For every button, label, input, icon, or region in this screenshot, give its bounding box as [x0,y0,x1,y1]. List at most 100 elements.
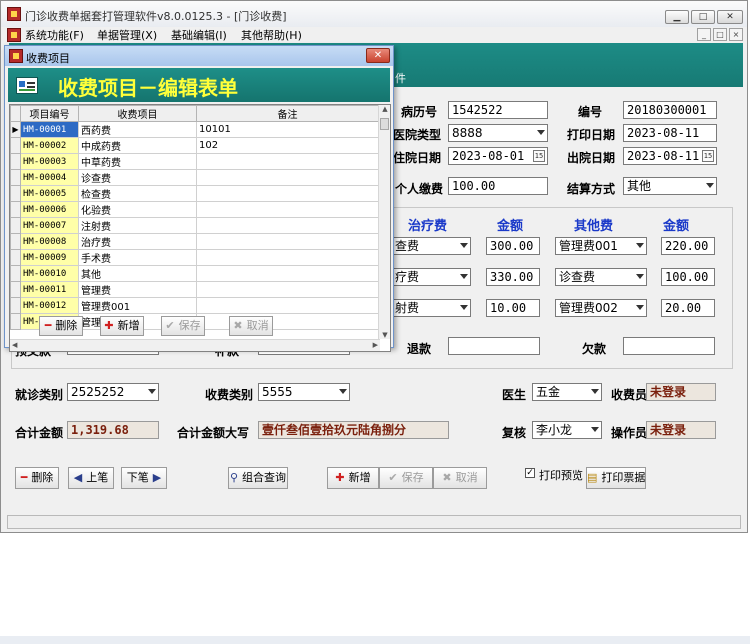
scroll-up-icon[interactable]: ▲ [379,105,390,113]
scroll-right-icon[interactable]: ▶ [373,341,378,349]
dialog-title-bar[interactable]: 收费项目 ✕ [5,46,393,66]
print-preview-checkbox[interactable]: ✓ [525,468,535,478]
print-date-field[interactable]: 2023-08-11 [623,124,717,142]
item-note[interactable] [196,313,379,330]
doctor-select[interactable]: 五金 [532,383,602,401]
print-receipt-button[interactable]: ▤ 打印票据 [586,467,646,489]
item-code[interactable]: HM-00003 [20,153,79,170]
mdi-close-button[interactable]: × [729,28,743,41]
table-row[interactable]: HM-00002 中成药费 102 [10,137,379,154]
item-name[interactable]: 中成药费 [78,137,197,154]
item-note[interactable] [196,281,379,298]
item-note[interactable] [196,185,379,202]
item-name[interactable]: 治疗费 [78,233,197,250]
item-code[interactable]: HM-00001 [20,121,79,138]
scroll-thumb[interactable] [380,118,389,130]
calendar-icon[interactable]: 15 [702,150,714,162]
item-note[interactable] [196,153,379,170]
dialog-cancel-button[interactable]: ✖ 取消 [229,316,273,336]
item-note[interactable] [196,201,379,218]
dialog-add-button[interactable]: ✚ 新增 [100,316,144,336]
item-code[interactable]: HM-00006 [20,201,79,218]
item-note[interactable] [196,217,379,234]
item-code[interactable]: HM-00004 [20,169,79,186]
menu-documents[interactable]: 单据管理(X) [97,27,157,43]
table-row[interactable]: HM-00006 化验费 [10,201,379,218]
dialog-close-button[interactable]: ✕ [366,48,390,63]
minimize-button[interactable]: ▁ [665,10,689,24]
table-row[interactable]: HM-00007 注射费 [10,217,379,234]
item-name[interactable]: 诊查费 [78,169,197,186]
item-name[interactable]: 检查费 [78,185,197,202]
table-row[interactable]: HM-00004 诊查费 [10,169,379,186]
item-note[interactable] [196,297,379,314]
item-name[interactable]: 化验费 [78,201,197,218]
other-amount-1[interactable]: 220.00 [661,237,715,255]
maximize-button[interactable]: □ [691,10,715,24]
item-code[interactable]: HM-00010 [20,265,79,282]
table-row[interactable]: HM-00011 管理费 [10,281,379,298]
calendar-icon[interactable]: 15 [533,150,545,162]
arrears-field[interactable] [623,337,715,355]
item-code[interactable]: HM-00012 [20,297,79,314]
dialog-save-button[interactable]: ✔ 保存 [161,316,205,336]
menu-basic-edit[interactable]: 基础编辑(I) [171,27,227,43]
table-row[interactable]: HM-00012 管理费001 [10,297,379,314]
item-note[interactable]: 10101 [196,121,379,138]
table-row[interactable]: HM-00010 其他 [10,265,379,282]
visit-type-select[interactable]: 2525252 [67,383,159,401]
vertical-scrollbar[interactable]: ▲ ▼ [378,105,390,339]
column-header-note[interactable]: 备注 [196,105,379,122]
table-row[interactable]: HM-00008 治疗费 [10,233,379,250]
item-code[interactable]: HM-00005 [20,185,79,202]
item-note[interactable] [196,169,379,186]
other-amount-2[interactable]: 100.00 [661,268,715,286]
menu-system[interactable]: 系统功能(F) [25,27,84,43]
add-button[interactable]: ✚ 新增 [327,467,379,489]
item-name[interactable]: 管理费 [78,281,197,298]
table-row[interactable]: HM-00003 中草药费 [10,153,379,170]
item-name[interactable]: 中草药费 [78,153,197,170]
table-row[interactable]: HM-00005 检查费 [10,185,379,202]
next-button[interactable]: 下笔 ▶ [121,467,167,489]
reviewer-select[interactable]: 李小龙 [532,421,602,439]
discharge-date-picker[interactable]: 2023-08-11 15 [623,147,717,165]
admit-date-picker[interactable]: 2023-08-01 15 [448,147,548,165]
treatment-select-2[interactable]: 疗费 [391,268,471,286]
dialog-delete-button[interactable]: ━ 删除 [39,316,83,336]
mdi-restore-button[interactable]: □ [713,28,727,41]
item-name[interactable]: 注射费 [78,217,197,234]
prev-button[interactable]: ◀ 上笔 [68,467,114,489]
item-code[interactable]: HM-00009 [20,249,79,266]
close-button[interactable]: ✕ [717,10,743,24]
item-code[interactable]: HM-00008 [20,233,79,250]
treatment-select-1[interactable]: 查费 [391,237,471,255]
table-row[interactable]: HM-00009 手术费 [10,249,379,266]
cancel-button[interactable]: ✖ 取消 [433,467,487,489]
other-select-3[interactable]: 管理费002 [555,299,647,317]
treatment-amount-2[interactable]: 330.00 [486,268,540,286]
item-note[interactable] [196,265,379,282]
delete-button[interactable]: ━ 删除 [15,467,59,489]
item-name[interactable]: 其他 [78,265,197,282]
record-no-field[interactable]: 1542522 [448,101,548,119]
menu-help[interactable]: 其他帮助(H) [241,27,302,43]
other-select-2[interactable]: 诊查费 [555,268,647,286]
treatment-amount-1[interactable]: 300.00 [486,237,540,255]
item-note[interactable]: 102 [196,137,379,154]
item-note[interactable] [196,249,379,266]
item-name[interactable]: 管理费001 [78,297,197,314]
item-note[interactable] [196,233,379,250]
item-name[interactable]: 手术费 [78,249,197,266]
hospital-type-select[interactable]: 8888 [448,124,548,142]
mdi-minimize-button[interactable]: _ [697,28,711,41]
self-pay-field[interactable]: 100.00 [448,177,548,195]
item-code[interactable]: HM-00011 [20,281,79,298]
settlement-select[interactable]: 其他 [623,177,717,195]
refund-field[interactable] [448,337,540,355]
treatment-select-3[interactable]: 射费 [391,299,471,317]
charge-type-select[interactable]: 5555 [258,383,350,401]
item-code[interactable]: HM-00002 [20,137,79,154]
treatment-amount-3[interactable]: 10.00 [486,299,540,317]
scroll-left-icon[interactable]: ◀ [12,341,17,349]
